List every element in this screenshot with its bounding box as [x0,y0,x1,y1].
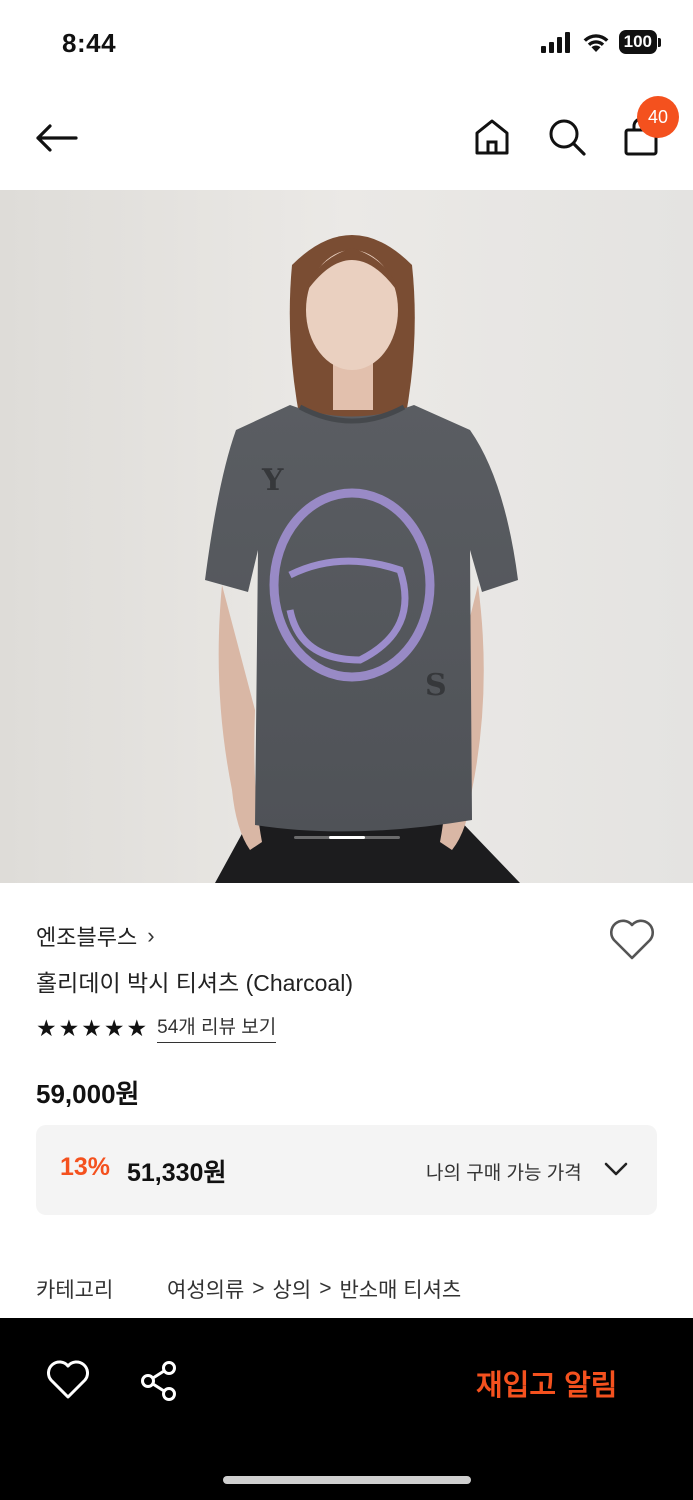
category-crumb-womens[interactable]: 여성의류 [167,1274,244,1304]
my-price-dropdown[interactable]: 13% 51,330원 나의 구매 가능 가격 [36,1125,657,1215]
svg-text:S: S [425,668,447,703]
home-indicator [223,1476,471,1484]
my-price-label: 나의 구매 가능 가격 [426,1163,582,1184]
share-button[interactable] [138,1360,180,1402]
home-button[interactable] [470,114,514,160]
rating-row: ★ ★ ★ ★ ★ 54개 리뷰 보기 [36,1012,277,1043]
back-arrow-icon [36,124,78,152]
breadcrumb-separator: > [252,1277,265,1300]
product-image-carousel[interactable]: Y S [0,190,693,883]
brand-name: 엔조블루스 [36,925,138,950]
restock-alert-button[interactable]: 재입고 알림 [476,1362,617,1404]
star-icon: ★ [81,1014,102,1041]
share-icon [141,1361,176,1401]
review-link[interactable]: 54개 리뷰 보기 [157,1012,277,1043]
discount-price: 51,330원 [127,1159,227,1187]
cart-count-badge: 40 [637,96,679,138]
battery-icon: 100 [618,30,661,54]
discount-rate: 13% [60,1153,111,1181]
star-icon: ★ [126,1014,148,1041]
chevron-right-icon: › [147,923,155,948]
category-crumb-short-sleeve[interactable]: 반소매 티셔츠 [339,1274,461,1304]
product-price: 59,000원 [36,1079,140,1109]
category-breadcrumb: 카테고리 여성의류 > 상의 > 반소매 티셔츠 [36,1274,461,1304]
home-icon [475,119,509,155]
brand-link[interactable]: 엔조블루스 › [36,920,155,952]
heart-icon [47,1360,89,1399]
star-icon: ★ [36,1014,57,1041]
signal-icon [540,32,570,53]
category-label: 카테고리 [36,1279,114,1302]
top-nav: 40 [0,88,693,188]
wifi-icon [583,34,609,52]
breadcrumb-separator: > [319,1277,332,1300]
bottom-wishlist-button[interactable] [46,1360,90,1402]
carousel-indicator [294,836,400,839]
rating-stars: ★ ★ ★ ★ ★ [36,1015,147,1041]
product-name: 홀리데이 박시 티셔츠 (Charcoal) [36,970,353,996]
heart-outline-icon [609,919,655,960]
star-icon: ★ [58,1014,80,1041]
status-icons: 100 [540,30,661,54]
back-button[interactable] [30,116,82,160]
search-icon [549,119,586,156]
battery-level: 100 [618,30,657,54]
star-icon: ★ [103,1014,125,1041]
category-crumb-tops[interactable]: 상의 [273,1274,312,1304]
carousel-indicator-fill [329,836,365,839]
wishlist-button[interactable] [608,918,656,962]
status-time: 8:44 [62,28,117,58]
svg-text:Y: Y [261,463,284,498]
search-button[interactable] [544,114,590,160]
chevron-down-icon [604,1162,628,1176]
status-bar: 8:44 100 [0,0,693,88]
product-photo: Y S [0,190,693,883]
bottom-action-bar: 재입고 알림 [0,1318,693,1500]
